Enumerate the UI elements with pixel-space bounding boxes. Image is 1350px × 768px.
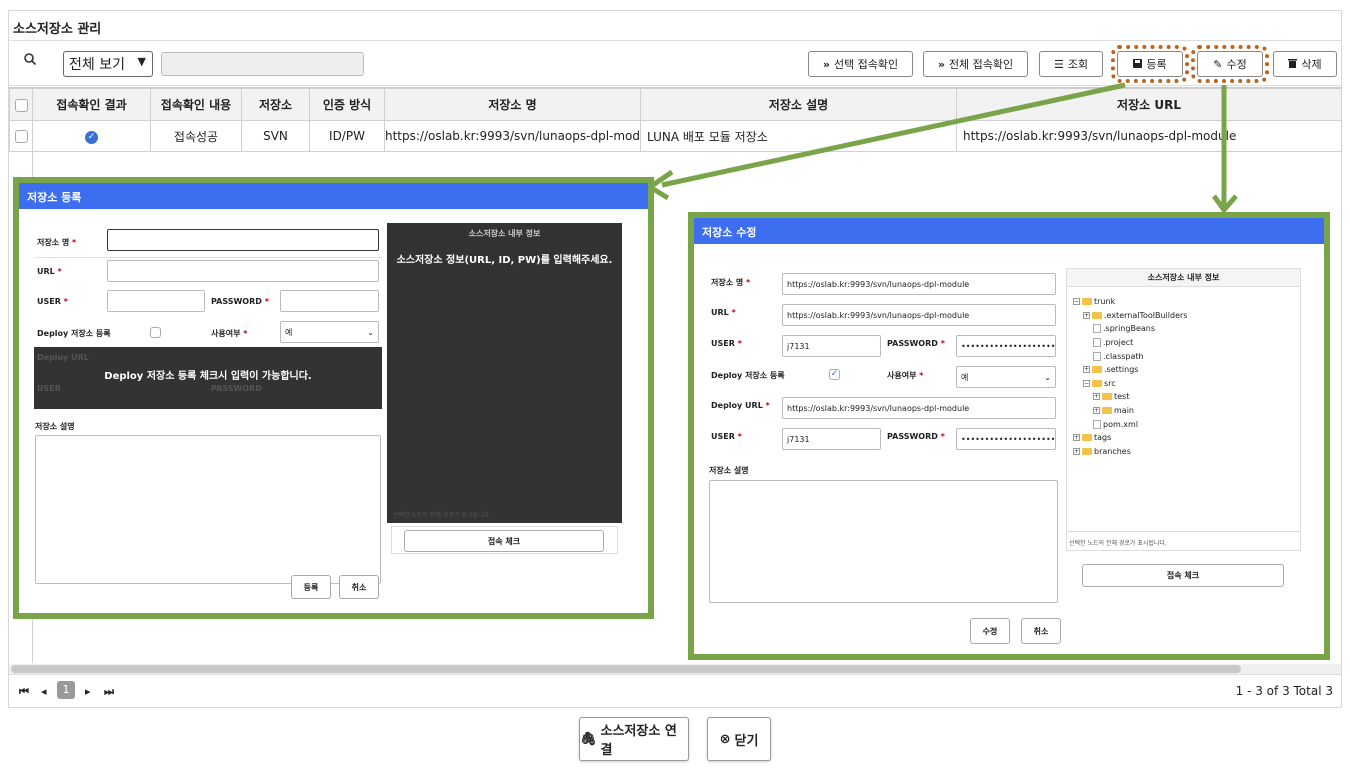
chevron-down-icon: ⌄ <box>1044 372 1051 382</box>
deploy-user-input[interactable]: j7131 <box>782 428 881 450</box>
repo-info-message: 소스저장소 정보(URL, ID, PW)를 입력해주세요. <box>396 255 613 266</box>
label-deploy-url: Deploy URL <box>37 353 89 362</box>
deploy-checkbox[interactable]: ✓ <box>829 369 840 380</box>
use-select[interactable]: 예 ⌄ <box>956 366 1056 388</box>
repo-info-panel: 소스저장소 내부 정보 − trunk + .externalToolBuilder… <box>1066 268 1301 551</box>
connection-check-button[interactable]: 접속 체크 <box>404 530 604 552</box>
label-user: USER * <box>711 339 742 348</box>
tree-node[interactable]: − src <box>1073 377 1187 391</box>
deploy-url-input[interactable]: https://oslab.kr:9993/svn/lunaops-dpl-mo… <box>782 397 1056 419</box>
tree-node[interactable]: + test <box>1073 390 1187 404</box>
cancel-button[interactable]: 취소 <box>339 575 379 599</box>
label-password2: PASSWORD * <box>887 432 945 441</box>
label-user2: USER <box>37 384 61 393</box>
repo-info-panel: 소스저장소 내부 정보 소스저장소 정보(URL, ID, PW)를 입력해주세… <box>387 223 622 523</box>
label-password: PASSWORD * <box>887 339 945 348</box>
tree-node[interactable]: + .externalToolBuilders <box>1073 309 1187 323</box>
desc-textarea[interactable] <box>35 435 381 584</box>
tree-node[interactable]: pom.xml <box>1073 417 1187 431</box>
label-desc: 저장소 설명 <box>35 422 75 431</box>
edit-dialog-title: 저장소 수정 <box>694 218 1324 244</box>
connection-check-button[interactable]: 접속 체크 <box>1082 564 1284 587</box>
use-select-value: 예 <box>285 327 293 337</box>
tree-node[interactable]: .project <box>1073 336 1187 350</box>
tree-node[interactable]: + main <box>1073 404 1187 418</box>
submit-button[interactable]: 등록 <box>291 575 331 599</box>
repo-name-input[interactable] <box>107 229 379 251</box>
register-dialog-title: 저장소 등록 <box>19 183 648 209</box>
label-use: 사용여부 * <box>211 329 248 338</box>
deploy-checkbox[interactable] <box>150 327 161 338</box>
label-url: URL * <box>711 308 736 317</box>
label-user: USER * <box>37 297 68 306</box>
repo-info-title: 소스저장소 내부 정보 <box>468 229 541 238</box>
tree-node[interactable]: − trunk <box>1073 295 1187 309</box>
edit-dialog: 저장소 수정 저장소 명 * https://oslab.kr:9993/svn… <box>688 212 1330 660</box>
user-input[interactable] <box>107 290 205 312</box>
repo-info-footer: 선택한 노드의 전체 경로가 표시됩니다. <box>393 512 491 519</box>
submit-button[interactable]: 수정 <box>970 618 1010 644</box>
tree-node[interactable]: + tags <box>1073 431 1187 445</box>
label-desc: 저장소 설명 <box>709 466 749 475</box>
tree-node[interactable]: .springBeans <box>1073 322 1187 336</box>
label-password2: PASSWORD <box>211 384 262 393</box>
repo-info-footer: 선택한 노드의 전체 경로가 표시됩니다. <box>1067 531 1300 550</box>
tree-node[interactable]: .classpath <box>1073 349 1187 363</box>
tree-node[interactable]: + branches <box>1073 445 1187 459</box>
label-password: PASSWORD * <box>211 297 269 306</box>
repo-info-title: 소스저장소 내부 정보 <box>1067 269 1300 287</box>
use-select[interactable]: 예 ⌄ <box>280 321 379 343</box>
label-name: 저장소 명 * <box>37 238 77 247</box>
user-input[interactable]: j7131 <box>782 335 881 357</box>
deploy-disabled-overlay: Deploy URL USER PASSWORD Deploy 저장소 등록 체… <box>34 347 382 409</box>
url-input[interactable] <box>107 260 379 282</box>
desc-textarea[interactable] <box>709 480 1058 603</box>
label-deploy: Deploy 저장소 등록 <box>37 329 111 338</box>
repo-tree: − trunk + .externalToolBuilders .springBea… <box>1073 295 1187 458</box>
cancel-button[interactable]: 취소 <box>1021 618 1061 644</box>
label-url: URL * <box>37 267 62 276</box>
tree-node[interactable]: + .settings <box>1073 363 1187 377</box>
url-input[interactable]: https://oslab.kr:9993/svn/lunaops-dpl-mo… <box>782 304 1056 326</box>
label-user2: USER * <box>711 432 742 441</box>
register-dialog: 저장소 등록 저장소 명 * URL * USER * PASSWORD * D… <box>13 177 654 619</box>
password-input[interactable]: •••••••••••••••••••••••• <box>956 335 1056 357</box>
repo-name-input[interactable]: https://oslab.kr:9993/svn/lunaops-dpl-mo… <box>782 273 1056 295</box>
chevron-down-icon: ⌄ <box>367 327 374 337</box>
password-input[interactable] <box>280 290 379 312</box>
label-deploy: Deploy 저장소 등록 <box>711 371 785 380</box>
use-select-value: 예 <box>961 372 969 382</box>
deploy-password-input[interactable]: •••••••••••••••••••••••• <box>956 428 1056 450</box>
label-name: 저장소 명 * <box>711 278 751 287</box>
label-deploy-url: Deploy URL * <box>711 401 770 410</box>
label-use: 사용여부 * <box>887 371 924 380</box>
deploy-overlay-message: Deploy 저장소 등록 체크시 입력이 가능합니다. <box>104 371 312 382</box>
